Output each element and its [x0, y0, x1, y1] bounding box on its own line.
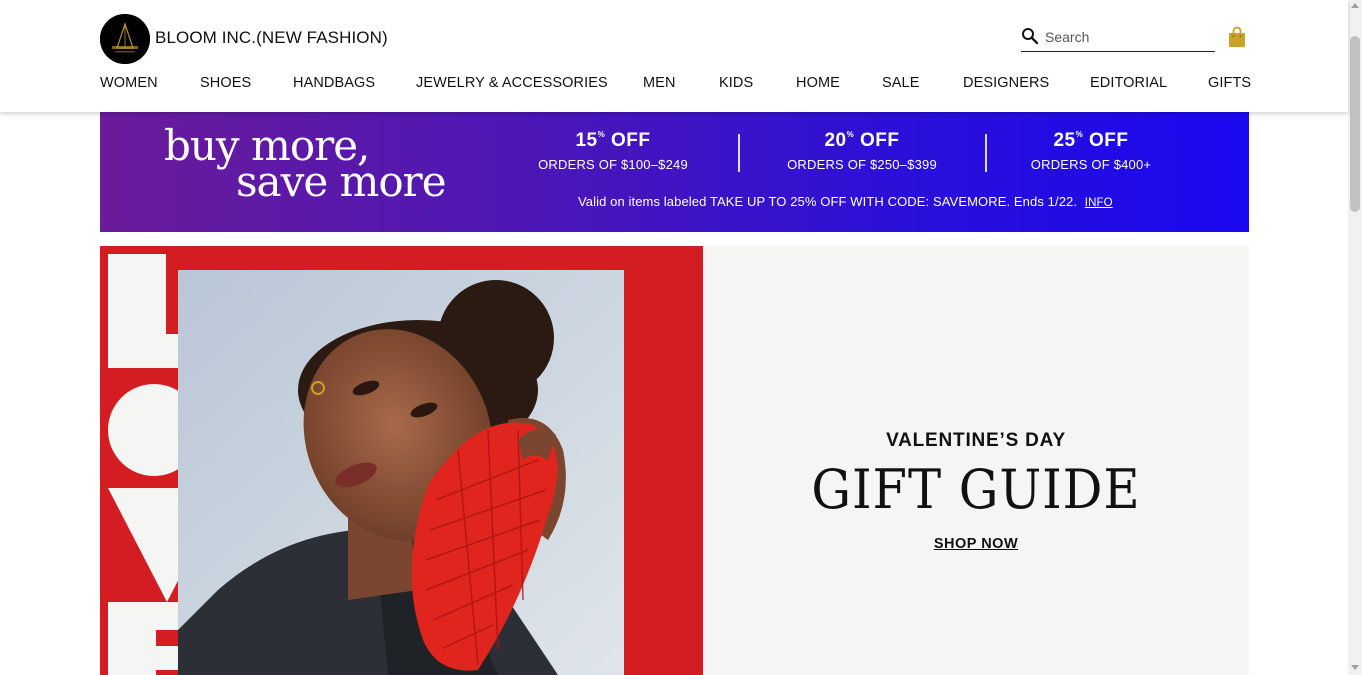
tier-off: OFF — [611, 130, 651, 151]
tier-divider — [738, 134, 740, 172]
shop-now-label[interactable]: SHOP NOW — [934, 536, 1018, 552]
scroll-down-arrow-icon[interactable] — [1351, 665, 1359, 670]
tier-divider — [985, 134, 987, 172]
nav-item-women[interactable]: WOMEN — [100, 75, 158, 91]
nav-item-designers[interactable]: DESIGNERS — [963, 75, 1049, 91]
promo-info-link[interactable]: INFO — [1085, 197, 1113, 209]
page-scrollbar[interactable] — [1348, 0, 1362, 675]
promo-tier-3: 25% OFF ORDERS OF $400+ — [991, 130, 1191, 172]
scroll-up-arrow-icon[interactable] — [1351, 3, 1359, 8]
nav-item-editorial[interactable]: EDITORIAL — [1090, 75, 1167, 91]
nav-item-jewelry-accessories[interactable]: JEWELRY & ACCESSORIES — [416, 75, 608, 91]
nav-item-shoes[interactable]: SHOES — [200, 75, 251, 91]
tier-off: OFF — [1089, 130, 1129, 151]
nav-item-men[interactable]: MEN — [643, 75, 676, 91]
promo-note: Valid on items labeled TAKE UP TO 25% OF… — [578, 194, 1113, 209]
shopping-bag-icon[interactable] — [1227, 26, 1247, 48]
hero-banner[interactable]: VALENTINE’S DAY GIFT GUIDE SHOP NOW — [100, 246, 1249, 675]
search-input[interactable] — [1045, 26, 1211, 48]
nav-item-home[interactable]: HOME — [796, 75, 840, 91]
nav-item-handbags[interactable]: HANDBAGS — [293, 75, 375, 91]
promo-banner[interactable]: buy more, save more 15% OFF ORDERS OF $1… — [100, 112, 1249, 232]
hero-title: GIFT GUIDE — [811, 458, 1141, 521]
promo-tier-2: 20% OFF ORDERS OF $250–$399 — [762, 130, 962, 172]
nav-item-sale[interactable]: SALE — [882, 75, 919, 91]
site-header: BLOOM INC.(NEW FASHION) WOMEN SHOES HAND… — [0, 0, 1348, 112]
model-photo[interactable] — [178, 270, 624, 675]
promo-note-text: Valid on items labeled TAKE UP TO 25% OF… — [578, 194, 1078, 209]
brand-name[interactable]: BLOOM INC.(NEW FASHION) — [155, 28, 388, 48]
hero-image-panel[interactable] — [100, 246, 703, 675]
tier-percent: 20 — [824, 130, 847, 151]
search-icon[interactable] — [1021, 27, 1039, 45]
nav-item-kids[interactable]: KIDS — [719, 75, 753, 91]
brand-logo[interactable] — [100, 14, 150, 64]
tier-percent-sign: % — [1075, 130, 1084, 139]
tier-off: OFF — [860, 130, 900, 151]
search-box[interactable] — [1021, 24, 1215, 52]
tier-range: ORDERS OF $250–$399 — [787, 157, 937, 172]
main-nav: WOMEN SHOES HANDBAGS JEWELRY & ACCESSORI… — [100, 75, 1251, 95]
nav-item-gifts[interactable]: GIFTS — [1208, 75, 1251, 91]
tier-range: ORDERS OF $100–$249 — [538, 157, 688, 172]
scroll-thumb[interactable] — [1350, 36, 1360, 212]
shop-now-link[interactable]: SHOP NOW — [703, 536, 1249, 552]
tier-percent-sign: % — [846, 130, 855, 139]
tier-percent-sign: % — [597, 130, 606, 139]
promo-tier-1: 15% OFF ORDERS OF $100–$249 — [513, 130, 713, 172]
tier-percent: 25 — [1053, 130, 1076, 151]
hero-text-panel: VALENTINE’S DAY GIFT GUIDE SHOP NOW — [703, 246, 1249, 675]
tier-range: ORDERS OF $400+ — [1030, 157, 1152, 172]
promo-title: buy more, save more — [164, 125, 447, 203]
tier-percent: 15 — [575, 130, 598, 151]
hero-kicker: VALENTINE’S DAY — [886, 430, 1066, 451]
